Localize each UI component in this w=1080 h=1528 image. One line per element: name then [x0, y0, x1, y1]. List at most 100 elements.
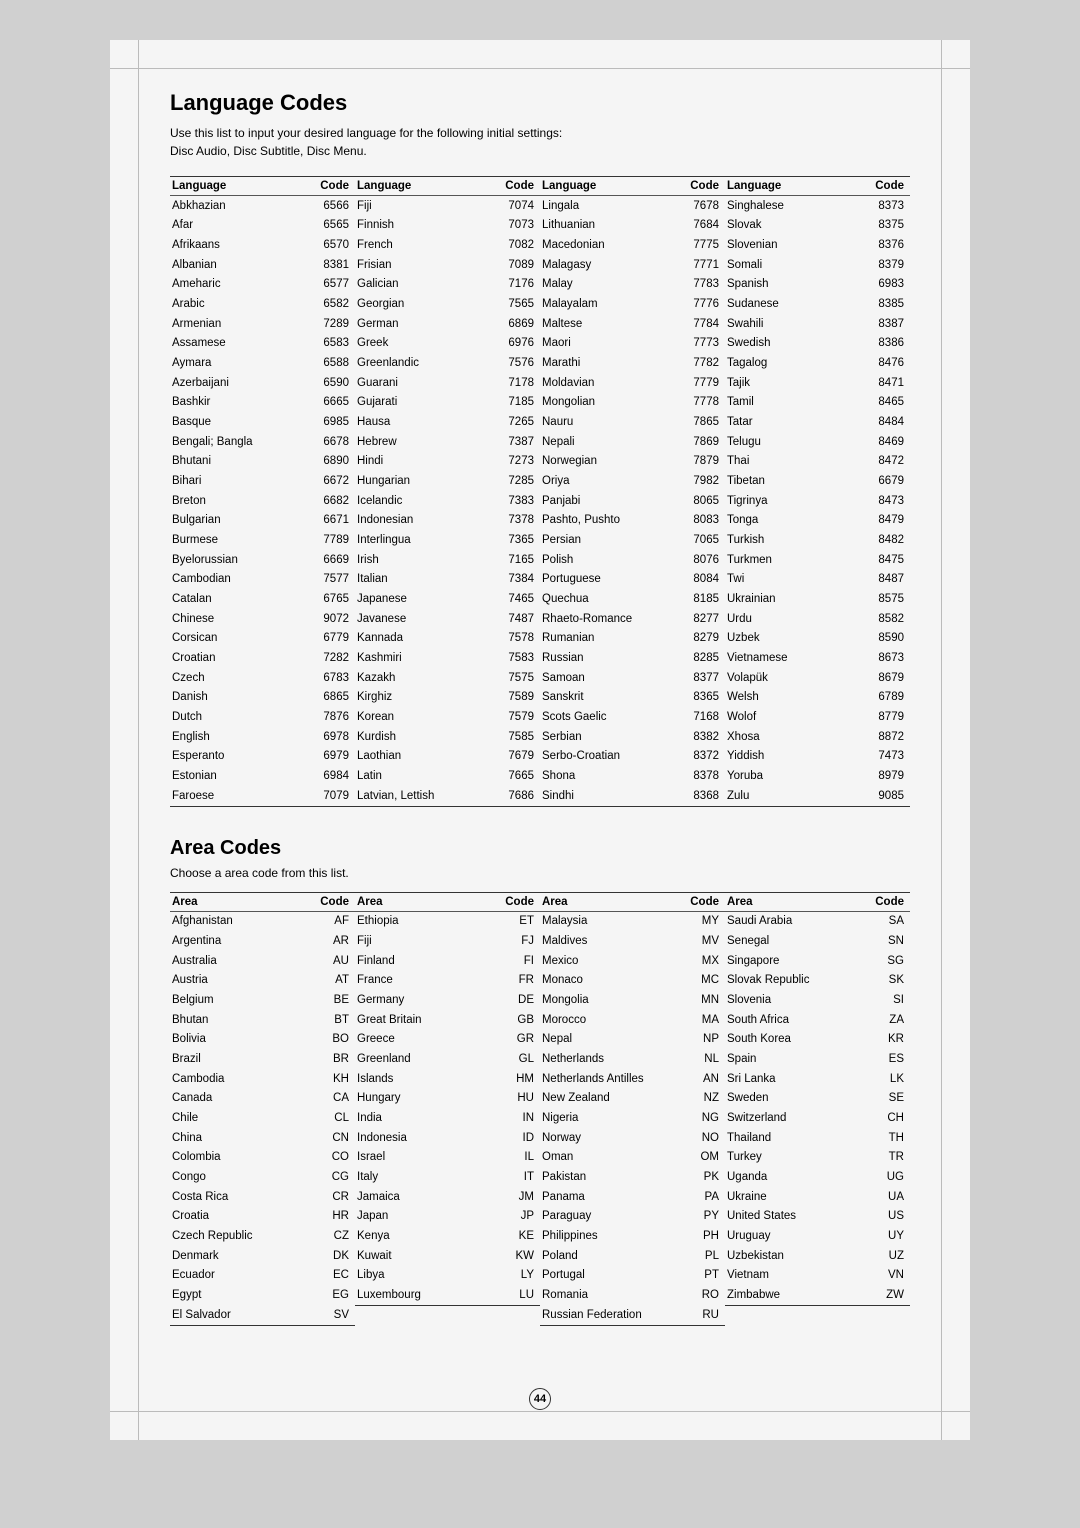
- language-name: Scots Gaelic: [540, 707, 674, 727]
- area-row: NetherlandsNL: [540, 1050, 725, 1070]
- language-code: 7178: [483, 373, 540, 393]
- area-code: ZA: [856, 1010, 910, 1030]
- language-code: 7273: [483, 452, 540, 472]
- area-name: Poland: [540, 1246, 678, 1266]
- area-name: Saudi Arabia: [725, 911, 856, 931]
- language-name: Quechua: [540, 589, 674, 609]
- area-name: Senegal: [725, 932, 856, 952]
- area-name: France: [355, 971, 477, 991]
- language-table: Language Code Abkhazian6566Afar6565Afrik…: [170, 176, 910, 807]
- area-name: Sri Lanka: [725, 1069, 856, 1089]
- area-col-3: Area Code MalaysiaMYMaldivesMVMexicoMXMo…: [540, 893, 725, 1326]
- area-row: DenmarkDK: [170, 1246, 355, 1266]
- area-row: CongoCG: [170, 1168, 355, 1188]
- language-row: Aymara6588: [170, 353, 355, 373]
- area-row: MalaysiaMY: [540, 911, 725, 931]
- language-code: 6984: [300, 766, 355, 786]
- area-name: Italy: [355, 1168, 477, 1188]
- language-code: 7074: [483, 196, 540, 216]
- language-code: 7684: [674, 216, 725, 236]
- language-row: Twi8487: [725, 570, 910, 590]
- area-row: KenyaKE: [355, 1227, 540, 1247]
- language-name: Galician: [355, 275, 483, 295]
- language-name: Yiddish: [725, 747, 844, 767]
- language-row: German6869: [355, 314, 540, 334]
- language-code: 7465: [483, 589, 540, 609]
- area-name: Sweden: [725, 1089, 856, 1109]
- area-row: BoliviaBO: [170, 1030, 355, 1050]
- area-header-2: Area: [355, 893, 477, 912]
- language-name: Burmese: [170, 530, 300, 550]
- area-row: PhilippinesPH: [540, 1227, 725, 1247]
- area-row: HungaryHU: [355, 1089, 540, 1109]
- area-row: Czech RepublicCZ: [170, 1227, 355, 1247]
- area-row: ItalyIT: [355, 1168, 540, 1188]
- language-name: Mongolian: [540, 393, 674, 413]
- area-name: Morocco: [540, 1010, 678, 1030]
- area-code: CZ: [300, 1227, 355, 1247]
- language-code: 7089: [483, 255, 540, 275]
- language-name: Byelorussian: [170, 550, 300, 570]
- language-code: 8471: [844, 373, 910, 393]
- area-code: LY: [477, 1266, 540, 1286]
- language-name: Persian: [540, 530, 674, 550]
- area-header-3: Area: [540, 893, 678, 912]
- area-row: CanadaCA: [170, 1089, 355, 1109]
- area-table: Area Code AfghanistanAFArgentinaARAustra…: [170, 892, 910, 1326]
- area-name: Uzbekistan: [725, 1246, 856, 1266]
- area-name: Indonesia: [355, 1128, 477, 1148]
- area-code: MA: [678, 1010, 725, 1030]
- language-code: 6869: [483, 314, 540, 334]
- language-row: Malayalam7776: [540, 294, 725, 314]
- area-row: MongoliaMN: [540, 991, 725, 1011]
- language-code: 6669: [300, 550, 355, 570]
- language-name: Malagasy: [540, 255, 674, 275]
- area-row: ArgentinaAR: [170, 932, 355, 952]
- language-code: 7082: [483, 235, 540, 255]
- language-code: 6679: [844, 471, 910, 491]
- language-name: Estonian: [170, 766, 300, 786]
- area-code: CG: [300, 1168, 355, 1188]
- area-row: PanamaPA: [540, 1187, 725, 1207]
- language-row: Sindhi8368: [540, 786, 725, 806]
- area-row: GreenlandGL: [355, 1050, 540, 1070]
- language-code: 7285: [483, 471, 540, 491]
- lang-header-1: Language: [170, 177, 300, 196]
- language-name: Thai: [725, 452, 844, 472]
- area-code: BO: [300, 1030, 355, 1050]
- language-row: Yoruba8979: [725, 766, 910, 786]
- language-code: 7678: [674, 196, 725, 216]
- area-row: TurkeyTR: [725, 1148, 910, 1168]
- language-row: Gujarati7185: [355, 393, 540, 413]
- area-code: ES: [856, 1050, 910, 1070]
- area-name: Kuwait: [355, 1246, 477, 1266]
- area-name: South Africa: [725, 1010, 856, 1030]
- language-name: Zulu: [725, 786, 844, 806]
- language-row: Frisian7089: [355, 255, 540, 275]
- language-code: 8084: [674, 570, 725, 590]
- area-row: EthiopiaET: [355, 911, 540, 931]
- language-row: Tonga8479: [725, 511, 910, 531]
- language-row: Korean7579: [355, 707, 540, 727]
- area-code: HU: [477, 1089, 540, 1109]
- language-row: Latvian, Lettish7686: [355, 786, 540, 806]
- area-row: LuxembourgLU: [355, 1286, 540, 1306]
- language-code: 7869: [674, 432, 725, 452]
- language-row: Galician7176: [355, 275, 540, 295]
- language-name: Georgian: [355, 294, 483, 314]
- language-code: 7265: [483, 412, 540, 432]
- language-name: Maltese: [540, 314, 674, 334]
- language-row: Kazakh7575: [355, 668, 540, 688]
- language-name: Bulgarian: [170, 511, 300, 531]
- language-row: Finnish7073: [355, 216, 540, 236]
- language-row: Italian7384: [355, 570, 540, 590]
- language-row: Pashto, Pushto8083: [540, 511, 725, 531]
- language-row: Guarani7178: [355, 373, 540, 393]
- language-row: Corsican6779: [170, 629, 355, 649]
- language-row: Croatian7282: [170, 648, 355, 668]
- language-row: Greek6976: [355, 334, 540, 354]
- language-row: Slovak8375: [725, 216, 910, 236]
- language-name: Tatar: [725, 412, 844, 432]
- area-code: NO: [678, 1128, 725, 1148]
- language-name: Nauru: [540, 412, 674, 432]
